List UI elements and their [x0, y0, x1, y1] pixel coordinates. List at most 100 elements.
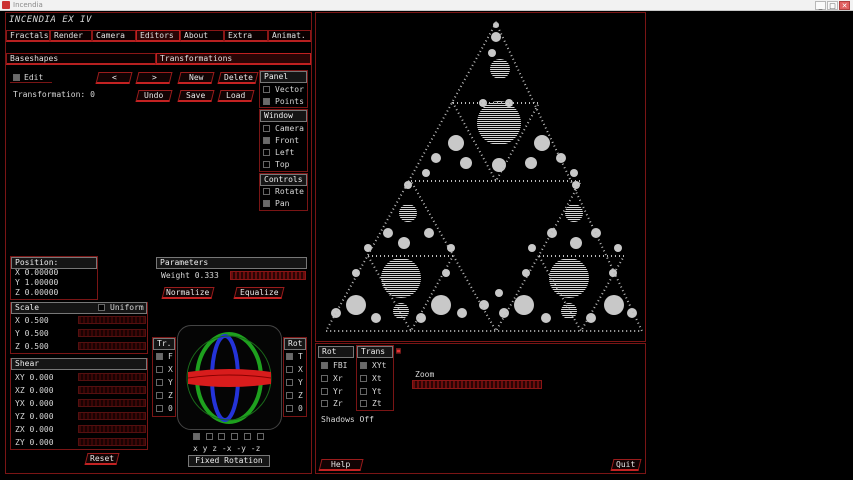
delete-button[interactable]: Delete [217, 72, 259, 84]
tab-camera[interactable]: Camera [92, 30, 136, 42]
equalize-label: Equalize [239, 288, 279, 297]
normalize-label: Normalize [166, 288, 210, 297]
zoom-label: Zoom [415, 370, 435, 379]
load-button[interactable]: Load [217, 90, 255, 102]
camera-view-checkbox[interactable] [263, 125, 270, 132]
uniform-label: Uniform [110, 303, 144, 312]
rot-yr-label: Yr [333, 387, 343, 396]
axis-z-checkbox[interactable] [218, 433, 225, 440]
rotation-gizmo[interactable] [177, 325, 282, 430]
rot-0-checkbox[interactable] [286, 405, 293, 412]
pan-checkbox[interactable] [263, 200, 270, 207]
tab-about[interactable]: About [180, 30, 224, 42]
rot-y-label: Y [298, 378, 303, 387]
scale-y-field[interactable] [78, 329, 146, 337]
tab-extra[interactable]: Extra [224, 30, 268, 42]
maximize-button[interactable]: □ [827, 1, 838, 10]
axis-neg-x-checkbox[interactable] [231, 433, 238, 440]
window-titlebar: Incendia _ □ ✕ [0, 0, 853, 11]
new-button[interactable]: New [177, 72, 215, 84]
quit-label: Quit [616, 460, 636, 469]
axis-neg-z-checkbox[interactable] [257, 433, 264, 440]
trans-zt-checkbox[interactable] [360, 400, 367, 407]
next-button[interactable]: > [135, 72, 173, 84]
trans-xyt-label: XYt [372, 361, 387, 370]
tab-fractals[interactable]: Fractals [6, 30, 50, 42]
rot-zr-checkbox[interactable] [321, 400, 328, 407]
shear-yx-field[interactable] [78, 399, 146, 407]
front-view-checkbox[interactable] [263, 137, 270, 144]
position-x[interactable]: X 0.00000 [15, 268, 58, 277]
tab-render[interactable]: Render [50, 30, 92, 42]
fractal-viewport[interactable] [315, 12, 646, 342]
tr-f-checkbox[interactable] [156, 353, 163, 360]
tr-0-checkbox[interactable] [156, 405, 163, 412]
rot-x-label: X [298, 365, 303, 374]
save-button[interactable]: Save [177, 90, 215, 102]
rot-zr-label: Zr [333, 399, 343, 408]
new-label: New [188, 73, 204, 82]
rot-y-checkbox[interactable] [286, 379, 293, 386]
tab-baseshapes[interactable]: Baseshapes [6, 53, 156, 65]
scale-x-field[interactable] [78, 316, 146, 324]
pan-label: Pan [275, 199, 290, 208]
fixed-rotation-button[interactable]: Fixed Rotation [188, 455, 270, 467]
close-button[interactable]: ✕ [839, 1, 850, 10]
shear-zx-field[interactable] [78, 425, 146, 433]
shear-yz-field[interactable] [78, 412, 146, 420]
trans-yt-checkbox[interactable] [360, 388, 367, 395]
tr-x-checkbox[interactable] [156, 366, 163, 373]
lock-icon[interactable]: ▣ [396, 346, 401, 355]
top-view-checkbox[interactable] [263, 161, 270, 168]
delete-label: Delete [223, 73, 253, 82]
vector-checkbox[interactable] [263, 86, 270, 93]
shear-zy-field[interactable] [78, 438, 146, 446]
parameters-title: Parameters [156, 257, 307, 269]
trans-xt-checkbox[interactable] [360, 375, 367, 382]
panel-group-title: Panel [260, 71, 307, 83]
undo-label: Undo [144, 91, 164, 100]
rot-yr-checkbox[interactable] [321, 388, 328, 395]
rot-z-checkbox[interactable] [286, 392, 293, 399]
uniform-checkbox[interactable] [98, 304, 105, 311]
reset-button[interactable]: Reset [84, 453, 120, 465]
shear-xz-field[interactable] [78, 386, 146, 394]
rot-0-label: 0 [298, 404, 303, 413]
position-z[interactable]: Z 0.00000 [15, 288, 58, 297]
tab-editors[interactable]: Editors [136, 30, 180, 42]
rot-t-label: T [298, 352, 303, 361]
tr-y-checkbox[interactable] [156, 379, 163, 386]
sierpinski-fractal-image [324, 20, 644, 334]
shear-xy: XY 0.000 [15, 373, 54, 382]
scale-z-field[interactable] [78, 342, 146, 350]
prev-button[interactable]: < [95, 72, 133, 84]
trans-xyt-checkbox[interactable] [360, 362, 367, 369]
rot-t-checkbox[interactable] [286, 353, 293, 360]
weight-slider[interactable] [230, 271, 306, 280]
front-view-label: Front [275, 136, 300, 145]
axis-y-checkbox[interactable] [206, 433, 213, 440]
tab-transformations[interactable]: Transformations [156, 53, 311, 65]
undo-button[interactable]: Undo [135, 90, 173, 102]
rotate-checkbox[interactable] [263, 188, 270, 195]
axis-neg-y-checkbox[interactable] [244, 433, 251, 440]
shear-xy-field[interactable] [78, 373, 146, 381]
shear-xz: XZ 0.000 [15, 386, 54, 395]
position-y[interactable]: Y 1.00000 [15, 278, 58, 287]
points-checkbox[interactable] [263, 98, 270, 105]
left-view-checkbox[interactable] [263, 149, 270, 156]
rot-xr-checkbox[interactable] [321, 375, 328, 382]
equalize-button[interactable]: Equalize [233, 287, 285, 299]
minimize-button[interactable]: _ [815, 1, 826, 10]
rot-x-checkbox[interactable] [286, 366, 293, 373]
zoom-slider[interactable] [412, 380, 542, 389]
tab-animat[interactable]: Animat. [268, 30, 311, 42]
shear-zx: ZX 0.000 [15, 425, 54, 434]
quit-button[interactable]: Quit [610, 459, 642, 471]
axis-x-checkbox[interactable] [193, 433, 200, 440]
normalize-button[interactable]: Normalize [161, 287, 215, 299]
tr-z-checkbox[interactable] [156, 392, 163, 399]
rot-fbi-checkbox[interactable] [321, 362, 328, 369]
shear-title: Shear [11, 358, 147, 370]
help-button[interactable]: Help [318, 459, 364, 471]
